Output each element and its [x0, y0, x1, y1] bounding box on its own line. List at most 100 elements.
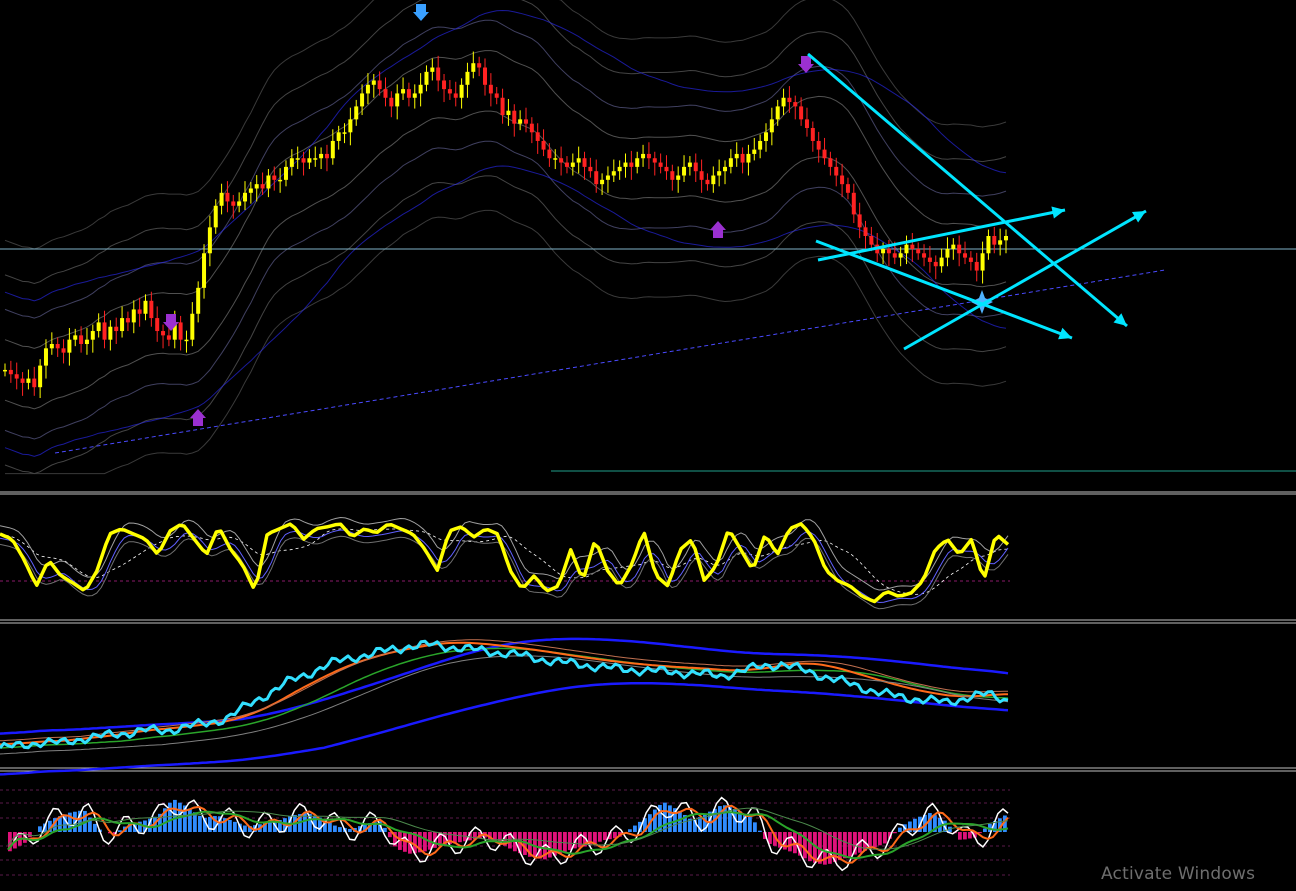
candle-body: [500, 97, 505, 116]
candle-body: [73, 335, 78, 340]
histogram-bar: [678, 811, 682, 832]
candle-body: [79, 335, 84, 344]
candle-body: [611, 171, 616, 176]
histogram-bar: [268, 822, 272, 832]
histogram-bar: [668, 805, 672, 832]
histogram-bar: [898, 827, 902, 832]
histogram-bar: [758, 830, 762, 832]
candle-body: [763, 132, 768, 141]
candle-body: [927, 257, 932, 262]
candle-body: [840, 175, 845, 185]
candle-body: [723, 166, 728, 172]
candle-body: [213, 205, 218, 228]
candle-body: [623, 162, 628, 167]
candle-body: [67, 339, 72, 353]
candle-body: [582, 158, 587, 167]
candle-body: [289, 158, 294, 167]
candle-body: [804, 119, 809, 128]
histogram-bar: [828, 832, 832, 864]
candle-body: [933, 261, 938, 267]
candle-body: [822, 149, 827, 159]
candle-body: [781, 97, 786, 107]
candle-body: [102, 322, 107, 340]
candle-body: [564, 162, 569, 167]
histogram-bar: [423, 832, 427, 852]
candle-body: [55, 344, 60, 349]
candle-body: [646, 153, 651, 159]
histogram-bar: [348, 828, 352, 832]
candle-body: [968, 257, 973, 262]
activate-windows-watermark: Activate Windows: [1101, 864, 1256, 884]
candle-body: [283, 166, 288, 180]
histogram-bar: [228, 819, 232, 832]
candle-body: [424, 71, 429, 85]
candle-body: [863, 227, 868, 236]
candle-body: [693, 162, 698, 172]
candle-body: [652, 158, 657, 163]
candle-body: [342, 132, 347, 134]
candle-body: [523, 119, 528, 124]
histogram-bar: [333, 825, 337, 832]
candle-body: [84, 339, 89, 344]
candle-body: [752, 149, 757, 154]
histogram-bar: [788, 832, 792, 852]
candle-body: [541, 140, 546, 150]
candle-body: [354, 106, 359, 120]
histogram-bar: [233, 821, 237, 832]
candle-body: [465, 71, 470, 85]
candle-body: [207, 227, 212, 254]
candle-body: [260, 184, 265, 189]
candle-body: [816, 140, 821, 150]
candle-body: [453, 93, 458, 98]
candle-body: [143, 300, 148, 314]
candle-body: [799, 106, 804, 120]
histogram-bar: [983, 828, 987, 832]
candle-body: [916, 248, 921, 254]
candle-body: [307, 158, 312, 163]
candle-body: [26, 378, 31, 383]
candle-body: [131, 309, 136, 323]
candle-body: [254, 184, 259, 189]
histogram-bar: [893, 832, 897, 834]
candle-body: [32, 378, 37, 388]
candle-body: [828, 158, 833, 167]
histogram-bar: [328, 822, 332, 832]
candle-body: [38, 365, 43, 388]
candle-body: [459, 84, 464, 98]
candle-body: [313, 158, 318, 160]
candle-body: [717, 171, 722, 176]
candle-body: [166, 335, 171, 340]
histogram-bar: [958, 832, 962, 840]
candle-body: [20, 378, 25, 383]
candle-body: [963, 253, 968, 258]
histogram-bar: [338, 827, 342, 832]
histogram-bar: [963, 832, 967, 840]
candle-body: [892, 253, 897, 258]
candle-body: [687, 162, 692, 167]
candle-body: [869, 236, 874, 245]
candle-body: [365, 84, 370, 94]
candle-body: [910, 244, 915, 249]
candle-body: [178, 322, 183, 340]
candle-body: [570, 162, 575, 167]
candle-body: [125, 318, 130, 323]
histogram-bar: [168, 802, 172, 832]
candle-body: [266, 175, 271, 189]
candle-body: [758, 140, 763, 150]
chart-background: [0, 0, 1296, 891]
candle-body: [184, 339, 189, 342]
histogram-bar: [753, 822, 757, 832]
candle-body: [324, 153, 329, 159]
candle-body: [775, 106, 780, 120]
candle-body: [3, 369, 7, 372]
candle-body: [389, 97, 394, 107]
candle-body: [547, 149, 552, 159]
candle-body: [442, 80, 447, 90]
candle-body: [834, 166, 839, 176]
histogram-bar: [38, 826, 42, 832]
candle-body: [8, 369, 13, 375]
histogram-bar: [563, 832, 567, 852]
candle-body: [711, 175, 716, 185]
candle-body: [272, 175, 277, 180]
histogram-bar: [243, 825, 247, 832]
